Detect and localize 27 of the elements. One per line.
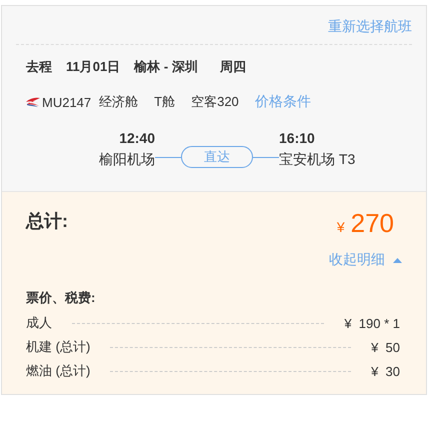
fee-value: ¥ 30	[371, 364, 400, 378]
price-rules-link[interactable]: 价格条件	[254, 93, 311, 111]
departure-time: 12:40	[119, 130, 155, 146]
total-amount: 270	[350, 208, 394, 239]
breakdown-title: 票价、税费:	[26, 289, 96, 307]
trip-date: 11月01日	[66, 58, 120, 76]
currency-symbol: ¥	[336, 219, 345, 235]
departure-airport: 榆阳机场	[99, 151, 155, 169]
reselect-flight-link[interactable]: 重新选择航班	[328, 18, 412, 36]
cabin-class: 经济舱	[99, 93, 138, 111]
arrival-time: 16:10	[279, 130, 315, 146]
fee-value: ¥ 50	[371, 340, 400, 354]
trip-weekday: 周四	[220, 58, 246, 76]
arrival-airport: 宝安机场 T3	[279, 151, 356, 169]
trip-route: 榆林 - 深圳	[134, 58, 198, 76]
fee-label: 成人	[26, 314, 52, 332]
fee-value: ¥ 190 * 1	[344, 316, 400, 330]
total-label: 总计:	[26, 210, 68, 232]
flight-number: MU2147	[42, 94, 92, 110]
airline-logo-icon	[26, 96, 40, 108]
collapse-details-toggle[interactable]: 收起明细	[329, 251, 402, 269]
cabin-code: T舱	[154, 93, 176, 111]
trip-direction: 去程	[26, 58, 52, 76]
direct-flight-badge: 直达	[181, 146, 253, 168]
fee-label: 机建 (总计)	[26, 338, 90, 356]
aircraft-type: 空客320	[191, 93, 239, 111]
fee-label: 燃油 (总计)	[26, 362, 90, 380]
